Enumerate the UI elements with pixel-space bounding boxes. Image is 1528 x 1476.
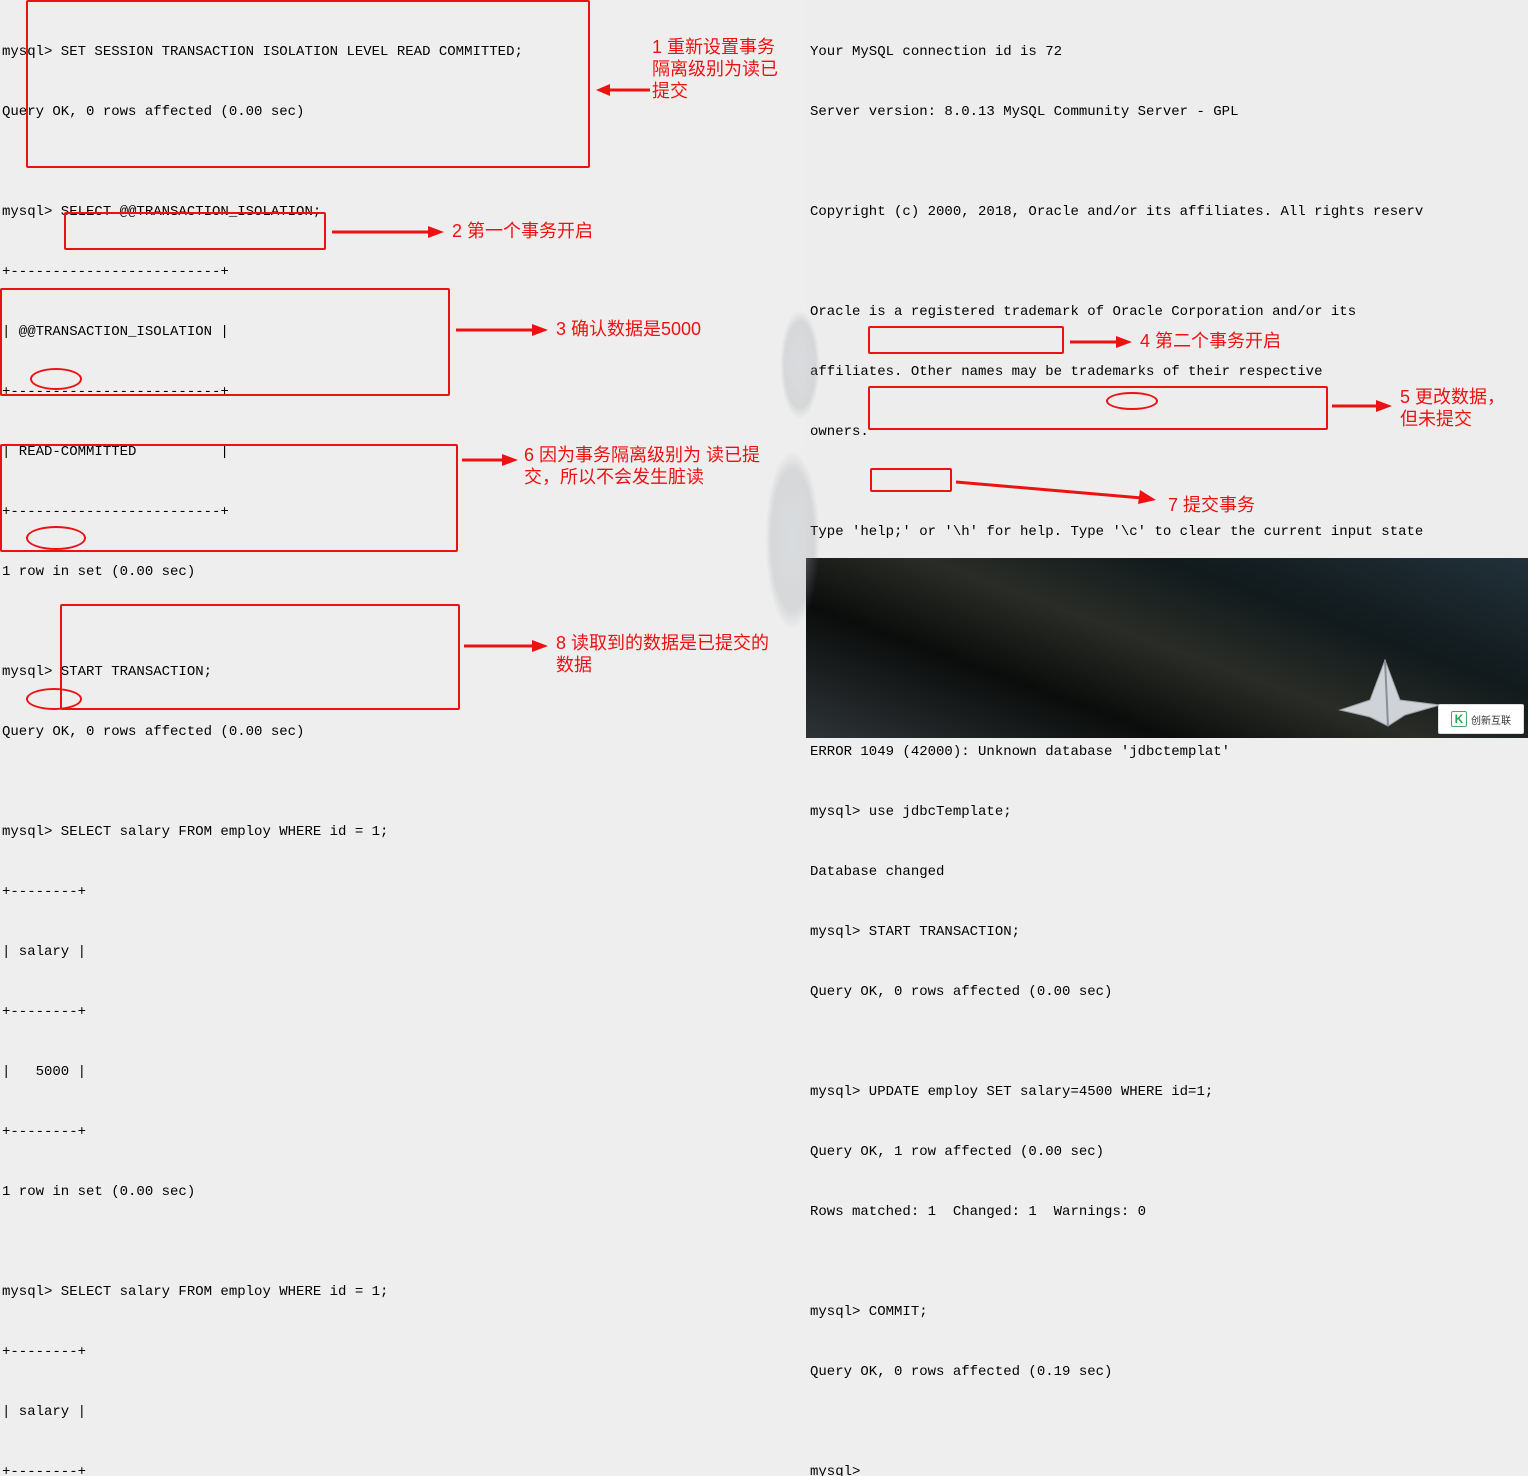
right-line: mysql> UPDATE employ SET salary=4500 WHE… — [810, 1082, 1528, 1102]
left-line: mysql> SELECT salary FROM employ WHERE i… — [2, 1282, 806, 1302]
right-line: Query OK, 1 row affected (0.00 sec) — [810, 1142, 1528, 1162]
left-line: +-------------------------+ — [2, 382, 806, 402]
left-line: | salary | — [2, 1402, 806, 1422]
left-line: Query OK, 0 rows affected (0.00 sec) — [2, 722, 806, 742]
watermark-text: 创新互联 — [1471, 712, 1511, 727]
left-line: | READ-COMMITTED | — [2, 442, 806, 462]
wallpaper-decor — [765, 450, 820, 630]
left-line: +-------------------------+ — [2, 262, 806, 282]
right-line: mysql> COMMIT; — [810, 1302, 1528, 1322]
wallpaper-decor — [780, 310, 820, 420]
left-line: +--------+ — [2, 1122, 806, 1142]
watermark-icon: K — [1451, 711, 1467, 727]
left-line: mysql> START TRANSACTION; — [2, 662, 806, 682]
left-line: 1 row in set (0.00 sec) — [2, 1182, 806, 1202]
left-line: mysql> SET SESSION TRANSACTION ISOLATION… — [2, 42, 806, 62]
right-line: Copyright (c) 2000, 2018, Oracle and/or … — [810, 202, 1528, 222]
left-line: | 5000 | — [2, 1062, 806, 1082]
right-line: Query OK, 0 rows affected (0.19 sec) — [810, 1362, 1528, 1382]
right-line: Oracle is a registered trademark of Orac… — [810, 302, 1528, 322]
left-line: | salary | — [2, 942, 806, 962]
left-line: mysql> SELECT @@TRANSACTION_ISOLATION; — [2, 202, 806, 222]
left-line: 1 row in set (0.00 sec) — [2, 562, 806, 582]
left-line: +-------------------------+ — [2, 502, 806, 522]
wallpaper-spacecraft — [1330, 640, 1450, 730]
right-line: Database changed — [810, 862, 1528, 882]
left-line: Query OK, 0 rows affected (0.00 sec) — [2, 102, 806, 122]
watermark-badge: K 创新互联 — [1438, 704, 1524, 734]
left-line: +--------+ — [2, 1342, 806, 1362]
right-line: Rows matched: 1 Changed: 1 Warnings: 0 — [810, 1202, 1528, 1222]
right-line: mysql> START TRANSACTION; — [810, 922, 1528, 942]
right-line: mysql> use jdbcTemplate; — [810, 802, 1528, 822]
right-line: Type 'help;' or '\h' for help. Type '\c'… — [810, 522, 1528, 542]
left-terminal: mysql> SET SESSION TRANSACTION ISOLATION… — [0, 0, 806, 738]
right-line: owners. — [810, 422, 1528, 442]
left-line: +--------+ — [2, 882, 806, 902]
right-line: Your MySQL connection id is 72 — [810, 42, 1528, 62]
right-line: Query OK, 0 rows affected (0.00 sec) — [810, 982, 1528, 1002]
left-line: +--------+ — [2, 1462, 806, 1476]
left-line: +--------+ — [2, 1002, 806, 1022]
left-line: | @@TRANSACTION_ISOLATION | — [2, 322, 806, 342]
right-line: ERROR 1049 (42000): Unknown database 'jd… — [810, 742, 1528, 762]
left-line: mysql> SELECT salary FROM employ WHERE i… — [2, 822, 806, 842]
right-line: affiliates. Other names may be trademark… — [810, 362, 1528, 382]
right-line: mysql> — [810, 1462, 1528, 1476]
right-line: Server version: 8.0.13 MySQL Community S… — [810, 102, 1528, 122]
